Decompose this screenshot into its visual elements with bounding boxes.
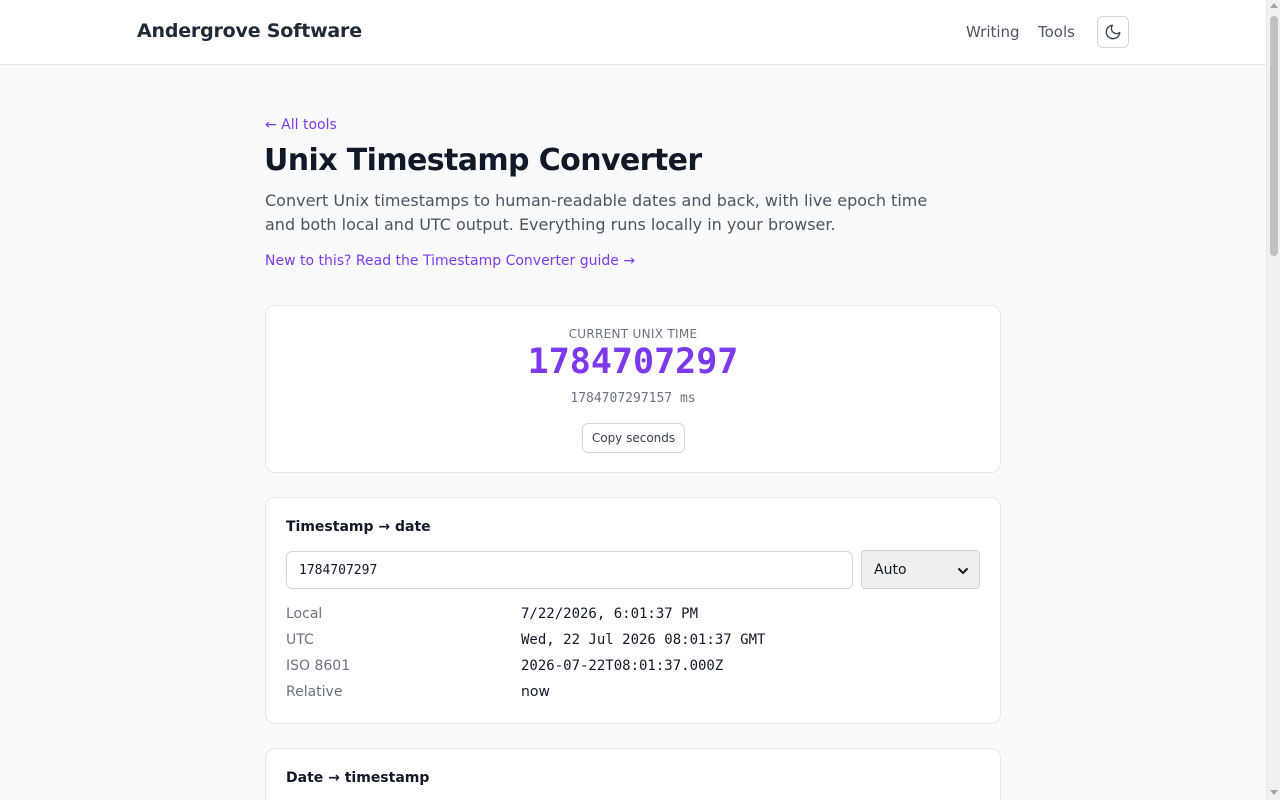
current-unix-time-card: CURRENT UNIX TIME 1784707297 17847072971… — [265, 305, 1001, 473]
brand-logo-text[interactable]: Andergrove Software — [137, 20, 362, 42]
guide-link[interactable]: New to this? Read the Timestamp Converte… — [265, 253, 635, 269]
section-title: Date → timestamp — [286, 770, 430, 786]
output-value: 7/22/2026, 6:01:37 PM — [521, 606, 699, 622]
page-scrollbar[interactable] — [1266, 0, 1280, 800]
output-label: Local — [286, 606, 323, 622]
output-row-iso: ISO 8601 2026-07-22T08:01:37.000Z — [286, 658, 986, 678]
nav-tools[interactable]: Tools — [1038, 23, 1075, 41]
nav-writing[interactable]: Writing — [966, 23, 1020, 41]
section-title: Timestamp → date — [286, 519, 431, 535]
page-title: Unix Timestamp Converter — [264, 143, 702, 178]
site-header: Andergrove Software Writing Tools — [0, 0, 1266, 65]
date-to-timestamp-card: Date → timestamp — [265, 748, 1001, 800]
output-label: ISO 8601 — [286, 658, 351, 674]
output-value: Wed, 22 Jul 2026 08:01:37 GMT — [521, 632, 766, 648]
current-time-label: CURRENT UNIX TIME — [568, 327, 698, 341]
scroll-thumb[interactable] — [1270, 16, 1278, 256]
output-row-relative: Relative now — [286, 684, 986, 704]
timestamp-input[interactable]: 1784707297 — [286, 551, 853, 589]
unit-select[interactable]: Auto — [861, 550, 980, 589]
chevron-down-icon — [958, 568, 968, 574]
moon-icon — [1105, 24, 1121, 40]
scroll-up-arrow-icon[interactable] — [1270, 3, 1278, 8]
output-label: Relative — [286, 684, 343, 700]
output-row-local: Local 7/22/2026, 6:01:37 PM — [286, 606, 986, 626]
output-value: now — [521, 684, 550, 700]
current-time-ms: 1784707297157 ms — [570, 391, 696, 406]
theme-toggle-button[interactable] — [1097, 16, 1129, 48]
back-to-all-tools-link[interactable]: ← All tools — [265, 117, 337, 133]
scroll-down-arrow-icon[interactable] — [1270, 790, 1278, 795]
unit-select-value: Auto — [874, 561, 907, 578]
page-description: Convert Unix timestamps to human-readabl… — [265, 191, 928, 234]
output-value: 2026-07-22T08:01:37.000Z — [521, 658, 724, 674]
copy-seconds-button[interactable]: Copy seconds — [582, 423, 685, 453]
output-row-utc: UTC Wed, 22 Jul 2026 08:01:37 GMT — [286, 632, 986, 652]
timestamp-to-date-card: Timestamp → date 1784707297 Auto Local 7… — [265, 497, 1001, 724]
current-time-seconds: 1784707297 — [527, 342, 739, 382]
output-label: UTC — [286, 632, 314, 648]
